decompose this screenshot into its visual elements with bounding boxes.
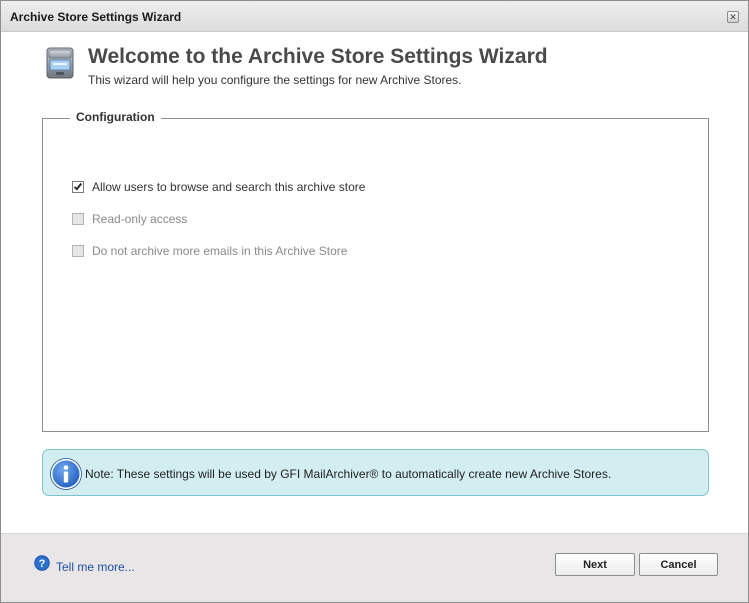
checkmark-icon <box>73 181 83 191</box>
help-icon[interactable]: ? <box>34 555 50 571</box>
configuration-legend: Configuration <box>70 110 161 124</box>
note-text: Note: These settings will be used by GFI… <box>85 467 612 481</box>
option-allow-browse-search[interactable]: Allow users to browse and search this ar… <box>72 179 365 195</box>
page-subtitle: This wizard will help you configure the … <box>88 73 462 87</box>
allow-browse-search-label[interactable]: Allow users to browse and search this ar… <box>92 180 365 194</box>
title-bar: Archive Store Settings Wizard ✕ <box>1 1 748 32</box>
close-icon: ✕ <box>729 12 737 22</box>
option-read-only-access: Read-only access <box>72 211 187 227</box>
next-button[interactable]: Next <box>555 553 635 576</box>
read-only-access-checkbox <box>72 213 84 225</box>
option-do-not-archive: Do not archive more emails in this Archi… <box>72 243 347 259</box>
do-not-archive-label: Do not archive more emails in this Archi… <box>92 244 348 258</box>
configuration-group: Configuration Allow users to browse and … <box>42 110 709 432</box>
cancel-button[interactable]: Cancel <box>639 553 718 576</box>
page-title: Welcome to the Archive Store Settings Wi… <box>88 45 548 68</box>
svg-text:?: ? <box>39 558 46 570</box>
footer-bar: ? Tell me more... Next Cancel <box>1 533 748 602</box>
window-title: Archive Store Settings Wizard <box>10 10 182 24</box>
allow-browse-search-checkbox[interactable] <box>72 181 84 193</box>
do-not-archive-checkbox <box>72 245 84 257</box>
tell-me-more-link[interactable]: Tell me more... <box>56 560 135 574</box>
note-panel: Note: These settings will be used by GFI… <box>42 449 709 496</box>
read-only-access-label: Read-only access <box>92 212 188 226</box>
info-icon <box>50 458 82 490</box>
wizard-window: Archive Store Settings Wizard ✕ Welcome … <box>0 0 749 603</box>
archive-store-icon <box>46 47 74 79</box>
close-button[interactable]: ✕ <box>727 11 739 23</box>
